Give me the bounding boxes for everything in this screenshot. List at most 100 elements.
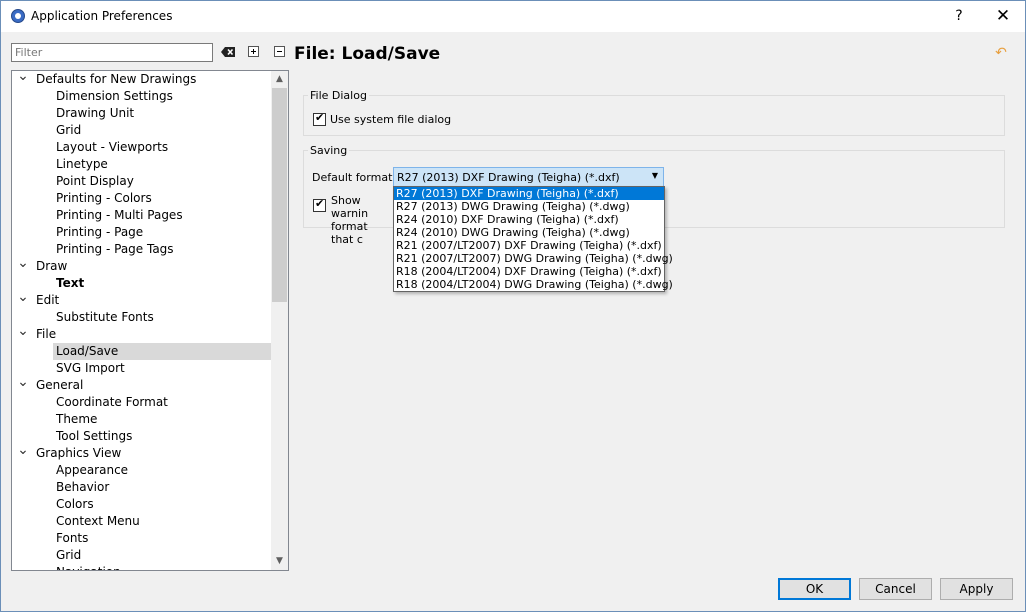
- tree-item[interactable]: Printing - Multi Pages: [12, 207, 271, 224]
- chevron-down-icon[interactable]: ⌄: [17, 71, 29, 88]
- filter-input[interactable]: [12, 45, 208, 60]
- tree-item-label: File: [36, 327, 57, 341]
- tree-item[interactable]: Printing - Colors: [12, 190, 271, 207]
- tree-scrollbar[interactable]: ▲ ▼: [271, 71, 288, 570]
- tree-item-label: Navigation: [56, 564, 121, 570]
- tree-item-label: Graphics View: [36, 446, 122, 460]
- tree-item[interactable]: Load/Save: [12, 343, 271, 360]
- format-option[interactable]: R18 (2004/LT2004) DWG Drawing (Teigha) (…: [394, 278, 673, 291]
- tree-item-label: Load/Save: [56, 344, 119, 358]
- tree-item[interactable]: Behavior: [12, 479, 271, 496]
- tree-category[interactable]: ⌄ Draw: [12, 256, 271, 275]
- tree-item-label: Linetype: [56, 157, 108, 171]
- category-tree: ⌄ Defaults for New Drawings Dimension Sett…: [11, 70, 289, 571]
- scroll-thumb[interactable]: [272, 88, 287, 302]
- tree-item-label: Drawing Unit: [56, 106, 135, 120]
- tree-item[interactable]: Context Menu: [12, 513, 271, 530]
- format-option[interactable]: R21 (2007/LT2007) DWG Drawing (Teigha) (…: [394, 252, 673, 265]
- file-dialog-group-title: File Dialog: [308, 89, 369, 102]
- page-title: File: Load/Save: [294, 44, 441, 64]
- tree-item-label: Printing - Colors: [56, 191, 152, 205]
- tree-category[interactable]: ⌄ Edit: [12, 290, 271, 309]
- format-option[interactable]: R21 (2007/LT2007) DXF Drawing (Teigha) (…: [394, 239, 664, 252]
- tree-item-label: Theme: [56, 412, 98, 426]
- chevron-down-icon[interactable]: ⌄: [17, 256, 29, 275]
- tree-item[interactable]: Theme: [12, 411, 271, 428]
- tree-item[interactable]: Colors: [12, 496, 271, 513]
- tree-item-label: SVG Import: [56, 361, 125, 375]
- format-option[interactable]: R27 (2013) DXF Drawing (Teigha) (*.dxf): [394, 187, 664, 200]
- tree-item[interactable]: Fonts: [12, 530, 271, 547]
- saving-group-title: Saving: [308, 144, 350, 157]
- filter-field[interactable]: [11, 43, 213, 62]
- format-option[interactable]: R24 (2010) DWG Drawing (Teigha) (*.dwg): [394, 226, 664, 239]
- reset-icon[interactable]: ↶: [993, 45, 1009, 61]
- chevron-down-icon[interactable]: ⌄: [17, 443, 29, 462]
- tree-item[interactable]: Substitute Fonts: [12, 309, 271, 326]
- apply-button[interactable]: Apply: [940, 578, 1013, 600]
- ok-button[interactable]: OK: [778, 578, 851, 600]
- tree-item-label: Tool Settings: [56, 429, 133, 443]
- tree-item[interactable]: Dimension Settings: [12, 88, 271, 105]
- tree-item[interactable]: Printing - Page Tags: [12, 241, 271, 258]
- tree-item[interactable]: Linetype: [12, 156, 271, 173]
- tree-item[interactable]: Drawing Unit: [12, 105, 271, 122]
- clear-filter-icon[interactable]: [220, 44, 236, 60]
- tree-item-label: Printing - Page: [56, 225, 144, 239]
- default-format-value: R27 (2013) DXF Drawing (Teigha) (*.dxf): [397, 171, 620, 184]
- scroll-down-arrow-icon[interactable]: ▼: [271, 553, 288, 570]
- window-title: Application Preferences: [31, 9, 173, 23]
- tree-item-label: Fonts: [56, 531, 89, 545]
- tree-item[interactable]: Coordinate Format: [12, 394, 271, 411]
- tree-item-label: Grid: [56, 123, 82, 137]
- chevron-down-icon[interactable]: ⌄: [17, 290, 29, 309]
- use-system-dialog-checkbox[interactable]: [313, 111, 326, 126]
- tree-item[interactable]: SVG Import: [12, 360, 271, 377]
- tree-item[interactable]: Point Display: [12, 173, 271, 190]
- tree-category[interactable]: ⌄ Defaults for New Drawings: [12, 71, 271, 88]
- scroll-up-arrow-icon[interactable]: ▲: [271, 71, 288, 88]
- collapse-all-icon[interactable]: [272, 44, 288, 60]
- tree-item-label: Text: [56, 276, 85, 290]
- tree-item[interactable]: Grid: [12, 122, 271, 139]
- tree-category[interactable]: ⌄ Graphics View: [12, 443, 271, 462]
- tree-item[interactable]: Navigation: [12, 564, 271, 570]
- format-dropdown-list: R27 (2013) DXF Drawing (Teigha) (*.dxf) R…: [393, 186, 673, 292]
- tree-item-label: Context Menu: [56, 514, 140, 528]
- title-bar: Application Preferences ? ✕: [1, 1, 1025, 32]
- tree-item-label: Printing - Multi Pages: [56, 208, 183, 222]
- tree-item[interactable]: Tool Settings: [12, 428, 271, 445]
- tree-item[interactable]: Text: [12, 275, 271, 292]
- expand-all-icon[interactable]: [246, 44, 262, 60]
- tree-item-label: Colors: [56, 497, 94, 511]
- chevron-down-icon: ▼: [651, 171, 658, 180]
- default-format-select[interactable]: R27 (2013) DXF Drawing (Teigha) (*.dxf) …: [393, 167, 664, 187]
- tree-list: ⌄ Defaults for New Drawings Dimension Sett…: [12, 71, 271, 570]
- tree-category[interactable]: ⌄ File: [12, 324, 271, 343]
- cancel-button[interactable]: Cancel: [859, 578, 932, 600]
- chevron-down-icon[interactable]: ⌄: [17, 324, 29, 343]
- help-button[interactable]: ?: [949, 5, 969, 27]
- tree-item-label: Grid: [56, 548, 82, 562]
- tree-item-label: Defaults for New Drawings: [36, 72, 197, 86]
- show-warning-checkbox[interactable]: [313, 197, 326, 212]
- tree-item-label: General: [36, 378, 84, 392]
- close-button[interactable]: ✕: [991, 5, 1015, 27]
- chevron-down-icon[interactable]: ⌄: [17, 375, 29, 394]
- tree-item-label: Printing - Page Tags: [56, 242, 174, 256]
- tree-item-label: Point Display: [56, 174, 134, 188]
- tree-item-label: Appearance: [56, 463, 129, 477]
- use-system-dialog-label[interactable]: Use system file dialog: [330, 113, 451, 126]
- tree-item[interactable]: Layout - Viewports: [12, 139, 271, 156]
- tree-item-label: Behavior: [56, 480, 110, 494]
- tree-item[interactable]: Appearance: [12, 462, 271, 479]
- format-option[interactable]: R18 (2004/LT2004) DXF Drawing (Teigha) (…: [394, 265, 664, 278]
- format-option[interactable]: R27 (2013) DWG Drawing (Teigha) (*.dwg): [394, 200, 664, 213]
- tree-category[interactable]: ⌄ General: [12, 375, 271, 394]
- tree-item[interactable]: Grid: [12, 547, 271, 564]
- show-warning-label[interactable]: Show warnin format that c: [331, 194, 393, 246]
- tree-item-label: Dimension Settings: [56, 89, 173, 103]
- format-option[interactable]: R24 (2010) DXF Drawing (Teigha) (*.dxf): [394, 213, 664, 226]
- tree-item[interactable]: Printing - Page: [12, 224, 271, 241]
- tree-item-label: Layout - Viewports: [56, 140, 169, 154]
